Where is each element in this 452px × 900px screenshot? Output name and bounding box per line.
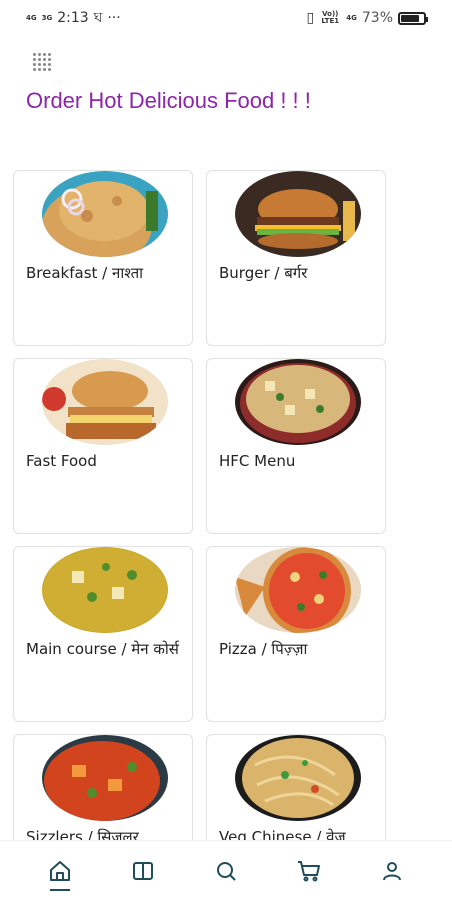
category-card-sizzlers[interactable]: Sizzlers / सिज़लर (13, 734, 193, 840)
battery-icon (398, 11, 428, 25)
nav-menu[interactable] (123, 849, 163, 893)
category-card-fast-food[interactable]: Fast Food (13, 358, 193, 534)
book-icon (132, 861, 153, 880)
grid-dots-icon[interactable] (32, 52, 52, 72)
category-card-pizza[interactable]: Pizza / पिज़्ज़ा (206, 546, 386, 722)
category-grid: Breakfast / नाश्ता Burger / बर्गर Fast F… (13, 170, 388, 840)
home-icon (49, 860, 70, 881)
sizzler-photo (42, 735, 168, 821)
curry-photo (42, 547, 168, 633)
more-notifications-icon: ··· (107, 10, 121, 26)
bottom-navigation (0, 840, 452, 900)
category-label: HFC Menu (219, 452, 296, 470)
category-card-burger[interactable]: Burger / बर्गर (206, 170, 386, 346)
nav-home[interactable] (40, 849, 80, 893)
nav-account[interactable] (372, 849, 412, 893)
volte-indicator: Vo)) LTE1 (321, 10, 340, 25)
user-icon (383, 861, 402, 880)
notification-icon: ঘ (93, 10, 103, 26)
sandwich-photo (42, 359, 168, 445)
category-label: Veg Chinese / वेज (219, 828, 346, 840)
burger-photo (235, 171, 361, 257)
nav-cart[interactable] (289, 849, 329, 893)
battery-percent: 73% (361, 10, 393, 26)
category-label: Pizza / पिज़्ज़ा (219, 640, 308, 658)
category-label: Fast Food (26, 452, 97, 470)
paratha-photo (42, 171, 168, 257)
network-4g-indicator: 4G (26, 13, 37, 22)
category-label: Main course / मेन कोर्स (26, 640, 179, 658)
category-card-veg-chinese[interactable]: Veg Chinese / वेज (206, 734, 386, 840)
network-4g-signal-indicator: 4G (346, 13, 357, 22)
category-card-main-course[interactable]: Main course / मेन कोर्स (13, 546, 193, 722)
network-3g-indicator: 3G (41, 13, 53, 22)
cart-icon (298, 860, 321, 881)
category-label: Breakfast / नाश्ता (26, 264, 144, 282)
clock: 2:13 (57, 10, 89, 26)
nav-search[interactable] (206, 849, 246, 893)
category-label: Burger / बर्गर (219, 264, 308, 282)
page-title: Order Hot Delicious Food ! ! ! (26, 88, 311, 113)
category-card-breakfast[interactable]: Breakfast / नाश्ता (13, 170, 193, 346)
category-label: Sizzlers / सिज़लर (26, 828, 139, 840)
vibrate-icon: ▯ (306, 10, 315, 26)
pizza-photo (235, 547, 361, 633)
search-icon (216, 861, 236, 881)
noodles-photo (235, 735, 361, 821)
status-bar: 4G 3G 2:13 ঘ ··· ▯ Vo)) LTE1 4G 73% (0, 0, 452, 36)
rice-photo (235, 359, 361, 445)
category-card-hfc-menu[interactable]: HFC Menu (206, 358, 386, 534)
